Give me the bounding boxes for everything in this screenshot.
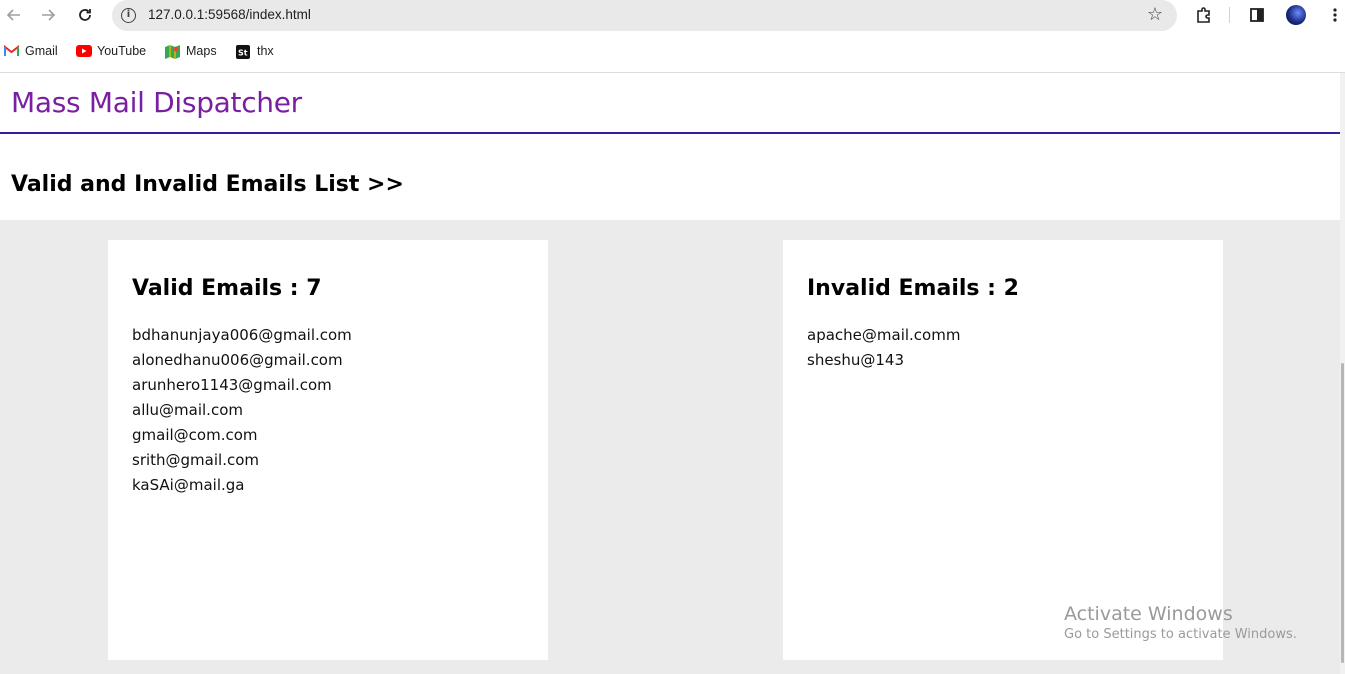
valid-emails-card: Valid Emails : 7 bdhanunjaya006@gmail.co… [108,240,548,660]
app-title: Mass Mail Dispatcher [11,86,302,119]
st-icon: St [236,45,251,59]
extensions-icon[interactable] [1193,4,1215,26]
list-item: alonedhanu006@gmail.com [132,351,343,369]
valid-emails-list: bdhanunjaya006@gmail.com alonedhanu006@g… [132,323,548,498]
side-panel-icon[interactable] [1246,4,1268,26]
bookmark-youtube[interactable]: YouTube [76,44,146,58]
reload-icon[interactable] [74,4,96,26]
gmail-icon [4,44,19,57]
list-item: bdhanunjaya006@gmail.com [132,326,352,344]
forward-arrow-icon[interactable] [37,4,59,26]
section-heading: Valid and Invalid Emails List >> [11,172,404,197]
valid-emails-heading: Valid Emails : 7 [132,276,322,301]
list-item: arunhero1143@gmail.com [132,376,332,394]
invalid-emails-card: Invalid Emails : 2 apache@mail.comm shes… [783,240,1223,660]
site-info-icon[interactable]: i [121,8,136,23]
list-item: gmail@com.com [132,426,258,444]
youtube-icon [76,45,92,57]
watermark-title: Activate Windows [1064,603,1233,625]
page-content: Mass Mail Dispatcher Valid and Invalid E… [0,73,1340,674]
scrollbar-thumb[interactable] [1341,363,1344,663]
toolbar-separator [1229,7,1230,23]
watermark-subtitle: Go to Settings to activate Windows. [1064,627,1297,642]
back-arrow-icon[interactable] [3,4,25,26]
list-item: apache@mail.comm [807,326,961,344]
bookmark-label: Maps [186,44,217,58]
invalid-emails-heading: Invalid Emails : 2 [807,276,1019,301]
list-item: allu@mail.com [132,401,243,419]
activate-windows-watermark: Activate Windows Go to Settings to activ… [1064,603,1297,642]
profile-avatar[interactable] [1286,5,1306,25]
bookmark-label: Gmail [25,44,58,58]
bookmark-maps[interactable]: Maps [165,44,217,59]
invalid-emails-list: apache@mail.comm sheshu@143 [807,323,1223,373]
list-item: srith@gmail.com [132,451,260,469]
bookmark-label: thx [257,44,274,58]
browser-toolbar: i 127.0.0.1:59568/index.html ☆ [0,0,1345,31]
list-item: sheshu@143 [807,351,905,369]
title-divider [0,132,1340,134]
url-text[interactable]: 127.0.0.1:59568/index.html [148,7,311,22]
bookmark-label: YouTube [97,44,147,58]
svg-text:St: St [238,49,248,58]
bookmark-gmail[interactable]: Gmail [4,44,58,58]
bookmark-thx[interactable]: St thx [236,44,274,59]
bookmark-star-icon[interactable]: ☆ [1147,4,1163,25]
menu-kebab-icon[interactable] [1324,4,1345,26]
page-scrollbar[interactable] [1340,73,1345,674]
maps-icon [165,45,180,59]
list-item: kaSAi@mail.ga [132,476,245,494]
address-bar[interactable]: i 127.0.0.1:59568/index.html ☆ [112,0,1177,31]
